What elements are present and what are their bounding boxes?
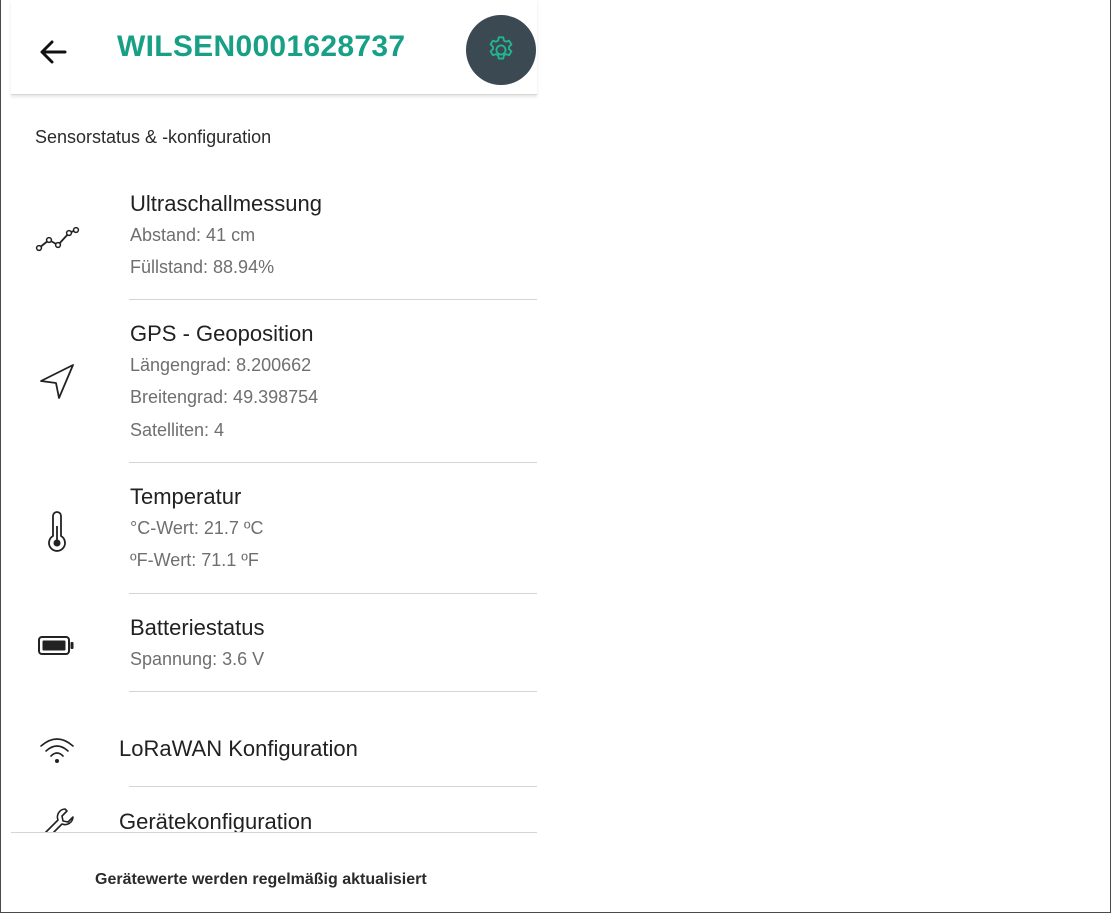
battery-icon bbox=[38, 636, 74, 655]
sensor-value: Spannung: 3.6 V bbox=[130, 649, 265, 669]
sensor-name: GPS - Geoposition bbox=[130, 321, 314, 346]
menu-item-label: LoRaWAN Konfiguration bbox=[119, 736, 358, 761]
app-bar: WILSEN0001628737 bbox=[11, 0, 537, 95]
sensor-name: Batteriestatus bbox=[130, 615, 265, 640]
navigation-arrow-icon bbox=[40, 364, 74, 399]
sensor-name: Temperatur bbox=[130, 484, 242, 509]
status-footer: Gerätewerte werden regelmäßig aktualisie… bbox=[11, 832, 537, 912]
sensor-value: Satelliten: 4 bbox=[130, 420, 225, 440]
sensor-value: ºF-Wert: 71.1 ºF bbox=[130, 550, 259, 570]
sensor-temperature[interactable]: Temperatur °C-Wert: 21.7 ºC ºF-Wert: 71.… bbox=[11, 478, 537, 588]
divider bbox=[129, 786, 537, 787]
divider bbox=[129, 593, 537, 594]
app-frame: WILSEN0001628737 Sensorstatus & -konfigu… bbox=[0, 0, 1111, 913]
divider bbox=[129, 462, 537, 463]
sensor-value: Abstand: 41 cm bbox=[130, 225, 256, 245]
settings-button[interactable] bbox=[466, 15, 536, 85]
wifi-icon bbox=[40, 738, 74, 763]
device-title: WILSEN0001628737 bbox=[117, 30, 406, 63]
back-button[interactable] bbox=[31, 30, 75, 74]
sensor-name: Ultraschallmessung bbox=[130, 191, 322, 216]
arrow-left-icon bbox=[40, 40, 67, 64]
menu-item-lorawan[interactable]: LoRaWAN Konfiguration bbox=[11, 722, 537, 782]
divider bbox=[129, 299, 537, 300]
sensor-gps[interactable]: GPS - Geoposition Längengrad: 8.200662 B… bbox=[11, 315, 537, 455]
app-screen: WILSEN0001628737 Sensorstatus & -konfigu… bbox=[11, 0, 537, 912]
sensor-battery[interactable]: Batteriestatus Spannung: 3.6 V bbox=[11, 609, 537, 689]
chart-line-icon bbox=[35, 226, 80, 252]
footer-text: Gerätewerte werden regelmäßig aktualisie… bbox=[95, 871, 427, 888]
sensor-value: Füllstand: 88.94% bbox=[130, 257, 275, 277]
gear-icon bbox=[489, 36, 513, 60]
sensor-value: °C-Wert: 21.7 ºC bbox=[130, 518, 264, 538]
sensor-ultrasonic[interactable]: Ultraschallmessung Abstand: 41 cm Füllst… bbox=[11, 185, 537, 295]
thermometer-icon bbox=[48, 511, 66, 552]
sensor-value: Breitengrad: 49.398754 bbox=[130, 387, 319, 407]
divider bbox=[129, 691, 537, 692]
sensor-value: Längengrad: 8.200662 bbox=[130, 355, 312, 375]
section-title: Sensorstatus & -konfiguration bbox=[35, 127, 272, 147]
